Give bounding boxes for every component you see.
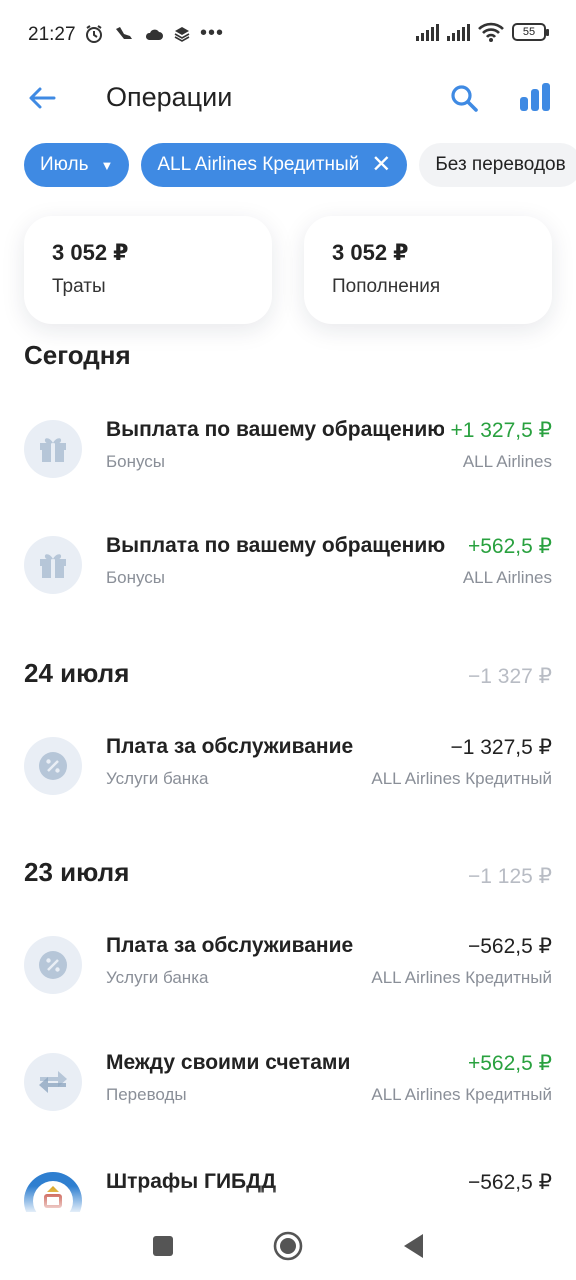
square-icon [153, 1236, 173, 1256]
transfer-arrows-icon [24, 1053, 82, 1111]
transaction-account: ALL Airlines Кредитный [371, 769, 552, 788]
app-header: Операции [0, 70, 576, 130]
back-button[interactable] [22, 78, 62, 118]
account-filter-chip[interactable]: ALL Airlines Кредитный ✕ [141, 143, 408, 187]
section-total: −1 327 ₽ [467, 665, 552, 688]
section-title: 23 июля [24, 857, 130, 887]
recents-button[interactable] [143, 1226, 183, 1266]
circle-icon [273, 1231, 303, 1261]
status-system-icons: 55 [416, 22, 549, 42]
battery-indicator: 55 [512, 23, 549, 41]
transaction-category: Услуги банка [106, 968, 209, 987]
search-button[interactable] [444, 78, 484, 118]
transaction-amount: +562,5 ₽ [461, 1051, 552, 1076]
transaction-row[interactable]: Плата за обслуживание Услуги банка −1 32… [24, 731, 552, 801]
bar-chart-icon [520, 83, 550, 111]
close-icon[interactable]: ✕ [371, 153, 391, 177]
system-nav-bar [0, 1212, 576, 1280]
topup-card[interactable]: 3 052 ₽ Пополнения [304, 216, 552, 324]
gift-icon [24, 536, 82, 594]
transaction-account: ALL Airlines [462, 452, 552, 471]
search-icon [451, 85, 478, 112]
transaction-amount: −562,5 ₽ [461, 934, 552, 959]
spent-label: Траты [52, 276, 106, 297]
cloud-icon [145, 29, 163, 40]
page-title: Операции [106, 82, 233, 112]
status-notification-icons: ••• [84, 22, 224, 45]
filter-chips: Июль ▼ ALL Airlines Кредитный ✕ Без пере… [24, 143, 576, 187]
transaction-category: Услуги банка [106, 769, 209, 788]
transaction-title: Выплата по вашему обращению [106, 418, 446, 441]
spent-card[interactable]: 3 052 ₽ Траты [24, 216, 272, 324]
month-filter-chip[interactable]: Июль ▼ [24, 143, 130, 187]
shoe-icon [116, 26, 132, 39]
signal-icon [416, 23, 439, 41]
transaction-amount: +562,5 ₽ [461, 534, 552, 559]
transaction-title: Между своими счетами [106, 1051, 351, 1074]
summary-cards: 3 052 ₽ Траты 3 052 ₽ Пополнения [24, 216, 552, 324]
section-title: 24 июля [24, 658, 130, 688]
transaction-title: Плата за обслуживание [106, 735, 354, 758]
triangle-left-icon [404, 1234, 423, 1258]
percent-icon [24, 737, 82, 795]
transaction-row[interactable]: Между своими счетами Переводы +562,5 ₽ A… [24, 1047, 552, 1117]
home-button[interactable] [268, 1226, 308, 1266]
alarm-icon [86, 24, 102, 43]
month-filter-label: Июль [40, 154, 89, 175]
wifi-icon [478, 22, 504, 42]
transaction-title: Выплата по вашему обращению [106, 534, 446, 557]
account-filter-label: ALL Airlines Кредитный [157, 154, 360, 175]
no-transfers-chip[interactable]: Без переводов [419, 143, 576, 187]
caret-down-icon: ▼ [100, 157, 114, 173]
layers-icon [174, 26, 190, 42]
analytics-button[interactable] [514, 76, 556, 118]
transaction-amount: −1 327,5 ₽ [444, 735, 552, 760]
topup-amount: 3 052 ₽ [332, 240, 409, 265]
transaction-category: Переводы [106, 1085, 187, 1104]
topup-label: Пополнения [332, 276, 441, 297]
status-time: 21:27 [28, 24, 76, 45]
signal-icon-2 [447, 23, 470, 41]
section-total: −1 125 ₽ [467, 865, 552, 888]
percent-icon [24, 936, 82, 994]
transaction-row[interactable]: Выплата по вашему обращению Бонусы +562,… [24, 530, 552, 600]
transaction-row[interactable]: Плата за обслуживание Услуги банка −562,… [24, 930, 552, 1000]
no-transfers-label: Без переводов [435, 154, 566, 175]
status-bar: 21:27 ••• 55 [0, 0, 576, 70]
transaction-title: Плата за обслуживание [106, 934, 354, 957]
transaction-row[interactable]: Выплата по вашему обращению Бонусы +1 32… [24, 414, 552, 484]
section-title: Сегодня [24, 340, 131, 370]
back-nav-button[interactable] [393, 1226, 433, 1266]
transaction-category: Бонусы [106, 568, 166, 587]
transaction-category: Бонусы [106, 452, 166, 471]
gift-icon [24, 420, 82, 478]
transaction-account: ALL Airlines Кредитный [371, 968, 552, 987]
transaction-amount: +1 327,5 ₽ [444, 418, 552, 443]
spent-amount: 3 052 ₽ [52, 240, 129, 265]
transaction-account: ALL Airlines Кредитный [371, 1085, 552, 1104]
more-notifications-icon: ••• [200, 22, 225, 44]
arrow-left-icon [29, 87, 56, 109]
transaction-account: ALL Airlines [462, 568, 552, 587]
